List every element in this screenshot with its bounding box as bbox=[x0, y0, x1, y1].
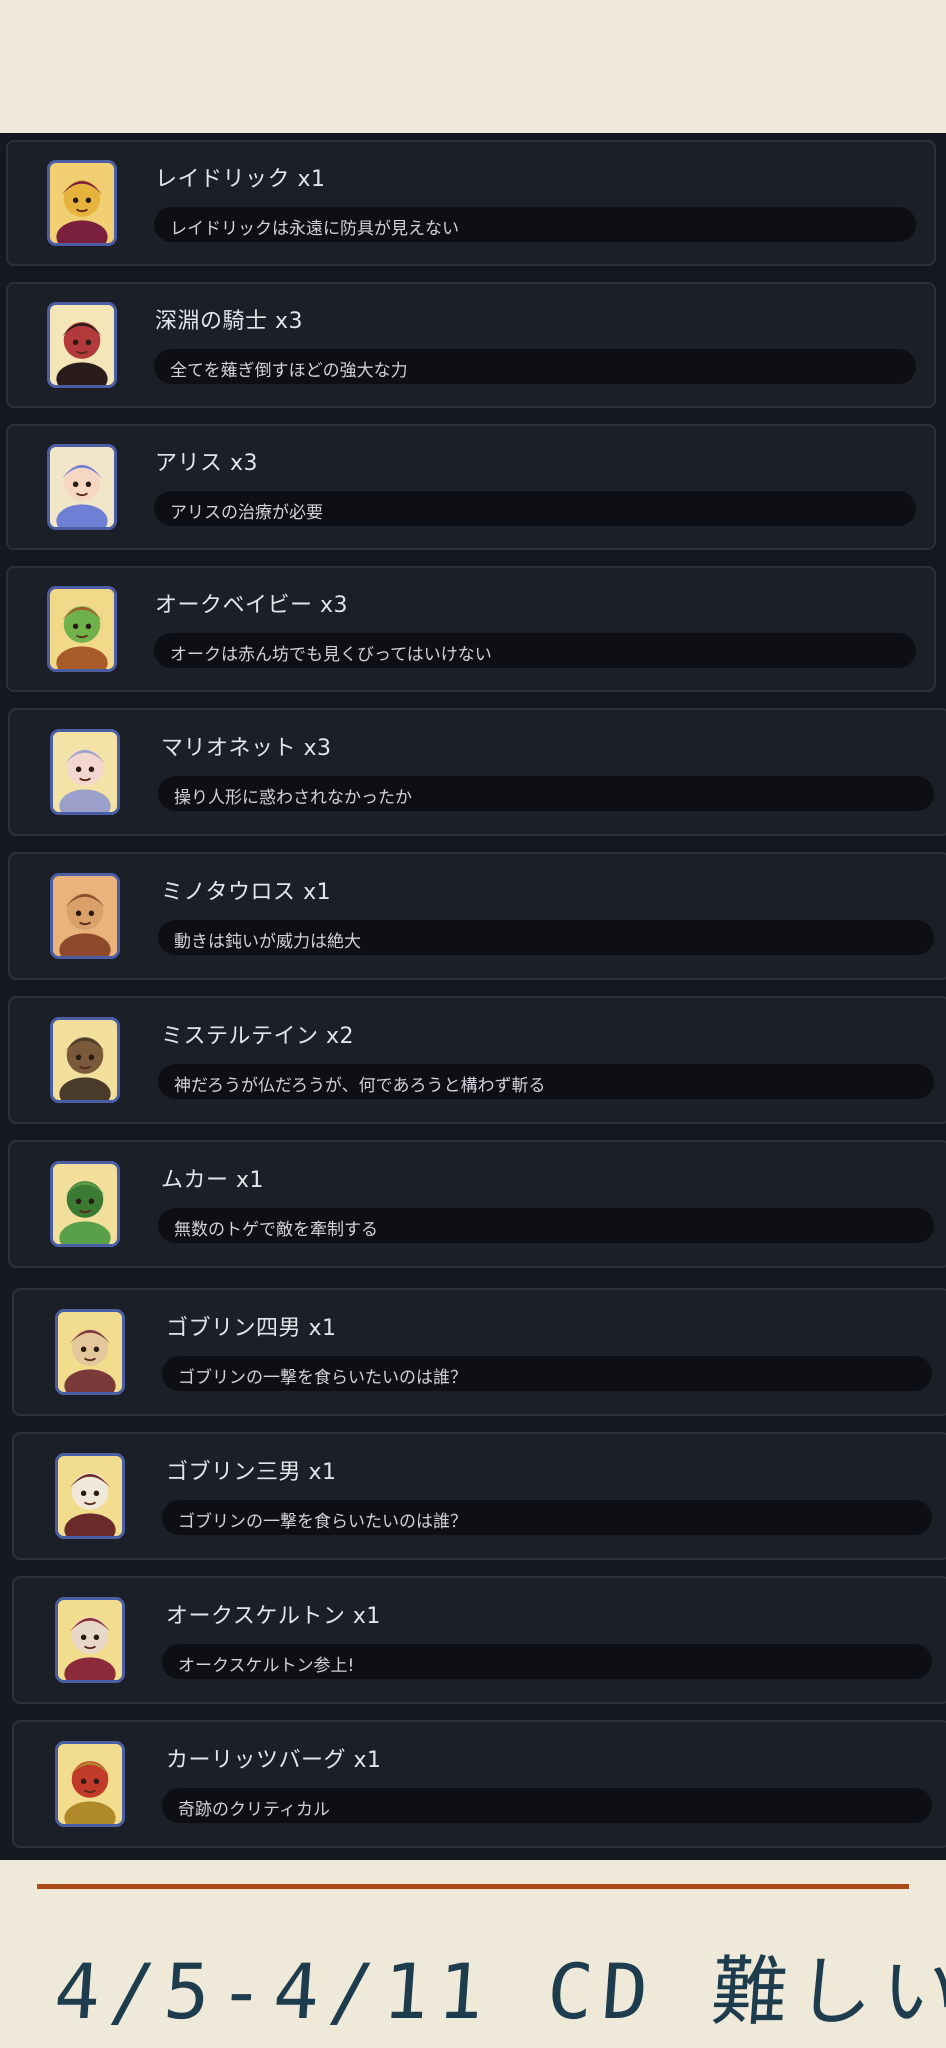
monster-card[interactable]: ミノタウロス x1 動きは鈍いが威力は絶大 bbox=[8, 852, 946, 980]
monster-description: レイドリックは永遠に防具が見えない bbox=[170, 219, 459, 239]
monster-description: 全てを薙ぎ倒すほどの強大な力 bbox=[170, 361, 408, 381]
monster-description: オークは赤ん坊でも見くびってはいけない bbox=[170, 645, 492, 665]
monster-name: 深淵の騎士 x3 bbox=[155, 309, 304, 334]
monster-description: 無数のトゲで敵を牽制する bbox=[174, 1220, 378, 1240]
monster-name: マリオネット x3 bbox=[161, 736, 332, 761]
description-pill: アリスの治療が必要 bbox=[154, 491, 916, 526]
monster-card[interactable]: オークベイビー x3 オークは赤ん坊でも見くびってはいけない bbox=[6, 566, 936, 692]
description-pill: 操り人形に惑わされなかったか bbox=[158, 776, 934, 811]
monster-card[interactable]: ゴブリン三男 x1 ゴブリンの一撃を食らいたいのは誰？ bbox=[12, 1432, 946, 1560]
description-pill: 無数のトゲで敵を牽制する bbox=[158, 1208, 934, 1243]
minotaur-icon bbox=[50, 873, 120, 959]
marionette-icon bbox=[50, 729, 120, 815]
top-margin bbox=[0, 0, 946, 133]
monster-description: 奇跡のクリティカル bbox=[178, 1800, 330, 1820]
date-caption: 4/5-4/11 CD 難しい bbox=[51, 1947, 946, 2036]
description-pill: 奇跡のクリティカル bbox=[162, 1788, 932, 1823]
monster-card[interactable]: ミステルテイン x2 神だろうが仏だろうが、何であろうと構わず斬る bbox=[8, 996, 946, 1124]
description-pill: オークは赤ん坊でも見くびってはいけない bbox=[154, 633, 916, 668]
khalitzburg-icon bbox=[55, 1741, 125, 1827]
monster-name: ゴブリン四男 x1 bbox=[166, 1316, 337, 1341]
monster-name: オークベイビー x3 bbox=[155, 593, 349, 618]
description-pill: レイドリックは永遠に防具が見えない bbox=[154, 207, 916, 242]
description-pill: 全てを薙ぎ倒すほどの強大な力 bbox=[154, 349, 916, 384]
monster-card[interactable]: ムカー x1 無数のトゲで敵を牽制する bbox=[8, 1140, 946, 1268]
monster-card[interactable]: 深淵の騎士 x3 全てを薙ぎ倒すほどの強大な力 bbox=[6, 282, 936, 408]
monster-name: オークスケルトン x1 bbox=[166, 1604, 381, 1629]
goblin-third-icon bbox=[55, 1453, 125, 1539]
monster-description: 操り人形に惑わされなかったか bbox=[174, 788, 412, 808]
monster-name: ミノタウロス x1 bbox=[161, 880, 332, 905]
monster-name: ムカー x1 bbox=[161, 1168, 265, 1193]
orc-baby-icon bbox=[47, 586, 117, 672]
mysteltainn-icon bbox=[50, 1017, 120, 1103]
monster-card[interactable]: アリス x3 アリスの治療が必要 bbox=[6, 424, 936, 550]
abysmal-knight-icon bbox=[47, 302, 117, 388]
description-pill: 神だろうが仏だろうが、何であろうと構わず斬る bbox=[158, 1064, 934, 1099]
monster-description: ゴブリンの一撃を食らいたいのは誰？ bbox=[178, 1368, 467, 1388]
alice-icon bbox=[47, 444, 117, 530]
monster-description: 神だろうが仏だろうが、何であろうと構わず斬る bbox=[174, 1076, 546, 1096]
monster-description: アリスの治療が必要 bbox=[170, 503, 323, 523]
monster-card[interactable]: ゴブリン四男 x1 ゴブリンの一撃を食らいたいのは誰？ bbox=[12, 1288, 946, 1416]
goblin-fourth-icon bbox=[55, 1309, 125, 1395]
monster-description: 動きは鈍いが威力は絶大 bbox=[174, 932, 361, 952]
divider-line bbox=[37, 1884, 909, 1889]
monster-card[interactable]: レイドリック x1 レイドリックは永遠に防具が見えない bbox=[6, 140, 936, 266]
monster-card[interactable]: マリオネット x3 操り人形に惑わされなかったか bbox=[8, 708, 946, 836]
orc-skeleton-icon bbox=[55, 1597, 125, 1683]
monster-name: レイドリック x1 bbox=[155, 167, 326, 192]
description-pill: ゴブリンの一撃を食らいたいのは誰？ bbox=[162, 1356, 932, 1391]
monster-card[interactable]: カーリッツバーグ x1 奇跡のクリティカル bbox=[12, 1720, 946, 1848]
monster-card[interactable]: オークスケルトン x1 オークスケルトン参上! bbox=[12, 1576, 946, 1704]
monster-name: ゴブリン三男 x1 bbox=[166, 1460, 337, 1485]
monster-description: ゴブリンの一撃を食らいたいのは誰？ bbox=[178, 1512, 467, 1532]
description-pill: 動きは鈍いが威力は絶大 bbox=[158, 920, 934, 955]
muka-icon bbox=[50, 1161, 120, 1247]
raydric-icon bbox=[47, 160, 117, 246]
monster-name: アリス x3 bbox=[155, 451, 259, 476]
monster-name: ミステルテイン x2 bbox=[161, 1024, 355, 1049]
description-pill: ゴブリンの一撃を食らいたいのは誰？ bbox=[162, 1500, 932, 1535]
description-pill: オークスケルトン参上! bbox=[162, 1644, 932, 1679]
monster-description: オークスケルトン参上! bbox=[178, 1656, 355, 1676]
monster-name: カーリッツバーグ x1 bbox=[166, 1748, 382, 1773]
